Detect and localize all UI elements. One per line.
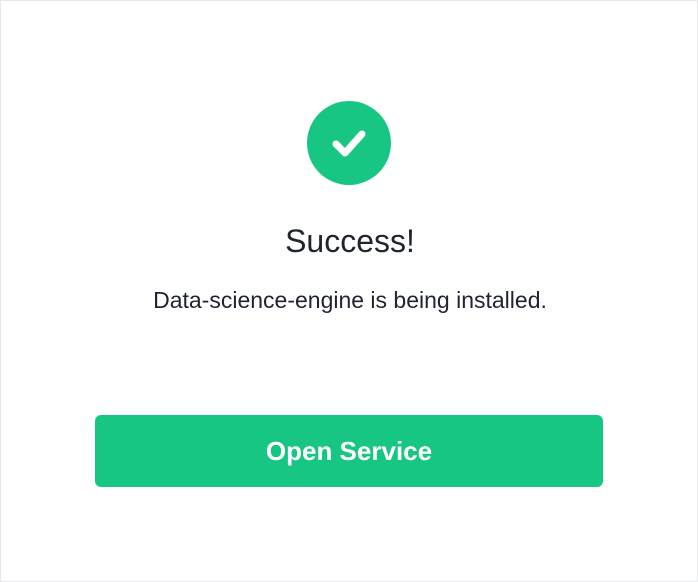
checkmark-icon [332,130,366,157]
success-icon [307,101,391,185]
success-dialog: Success! Data-science-engine is being in… [0,0,698,582]
dialog-message: Data-science-engine is being installed. [153,287,547,313]
open-service-button[interactable]: Open Service [95,415,603,487]
dialog-title: Success! [285,223,415,259]
